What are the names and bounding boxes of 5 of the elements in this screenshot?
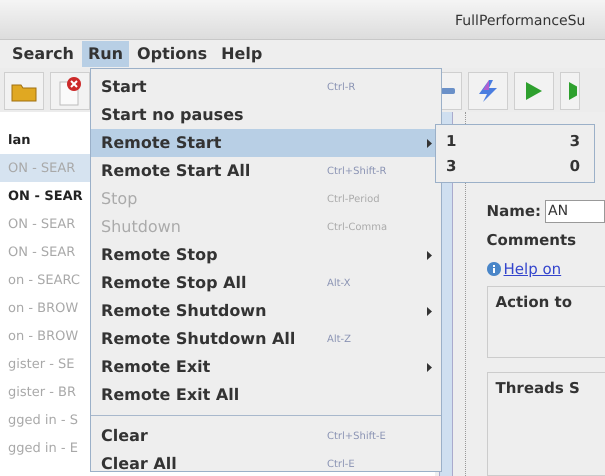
group-title: Threads S: [496, 378, 580, 397]
window-title: FullPerformanceSu: [455, 12, 586, 31]
name-label: Name:: [486, 201, 541, 222]
comments-label: Comments: [486, 230, 578, 251]
group-title: Action to: [496, 293, 572, 311]
